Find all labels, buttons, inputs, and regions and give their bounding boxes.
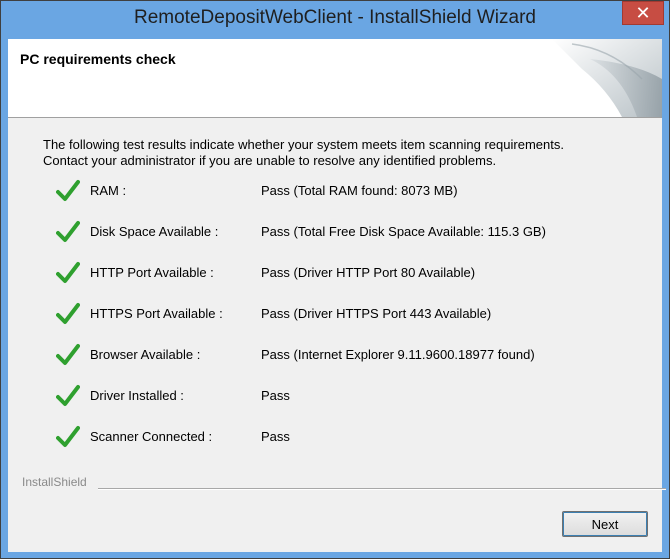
requirement-label: Scanner Connected : xyxy=(90,429,213,444)
check-icon xyxy=(56,262,80,283)
check-icon xyxy=(56,303,80,324)
requirement-row-disk: Disk Space Available : Pass (Total Free … xyxy=(46,218,646,259)
installer-window: RemoteDepositWebClient - InstallShield W… xyxy=(0,0,670,559)
requirement-label: Browser Available : xyxy=(90,347,201,362)
intro-line-1: The following test results indicate whet… xyxy=(43,137,564,152)
requirement-row-scanner: Scanner Connected : Pass xyxy=(46,423,646,464)
requirement-label: RAM : xyxy=(90,183,127,198)
check-icon xyxy=(56,180,80,201)
footer-divider xyxy=(98,488,666,490)
check-icon xyxy=(56,426,80,447)
requirement-row-ram: RAM : Pass (Total RAM found: 8073 MB) xyxy=(46,177,646,218)
requirement-result: Pass (Internet Explorer 9.11.9600.18977 … xyxy=(261,347,535,362)
requirement-label: HTTPS Port Available : xyxy=(90,306,223,321)
requirement-result: Pass (Driver HTTPS Port 443 Available) xyxy=(261,306,492,321)
requirement-row-http: HTTP Port Available : Pass (Driver HTTP … xyxy=(46,259,646,300)
check-icon xyxy=(56,344,80,365)
header-graphic xyxy=(552,39,662,117)
requirement-result: Pass xyxy=(261,429,290,444)
intro-text: The following test results indicate whet… xyxy=(43,137,643,169)
requirement-row-https: HTTPS Port Available : Pass (Driver HTTP… xyxy=(46,300,646,341)
check-icon xyxy=(56,221,80,242)
requirement-label: HTTP Port Available : xyxy=(90,265,214,280)
intro-line-2: Contact your administrator if you are un… xyxy=(43,153,497,168)
requirement-result: Pass xyxy=(261,388,290,403)
close-icon: ✕ xyxy=(635,3,651,23)
close-button[interactable]: ✕ xyxy=(622,1,664,25)
requirement-row-driver: Driver Installed : Pass xyxy=(46,382,646,423)
page-title: PC requirements check xyxy=(20,51,176,67)
requirements-list: RAM : Pass (Total RAM found: 8073 MB) Di… xyxy=(46,177,646,464)
requirement-result: Pass (Driver HTTP Port 80 Available) xyxy=(261,265,476,280)
requirement-label: Driver Installed : xyxy=(90,388,184,403)
requirement-result: Pass (Total Free Disk Space Available: 1… xyxy=(261,224,546,239)
requirement-label: Disk Space Available : xyxy=(90,224,219,239)
requirement-result: Pass (Total RAM found: 8073 MB) xyxy=(261,183,458,198)
installshield-brand: InstallShield xyxy=(22,475,87,489)
window-title: RemoteDepositWebClient - InstallShield W… xyxy=(134,7,536,28)
wizard-body: PC requirements check The following test… xyxy=(8,39,666,552)
check-icon xyxy=(56,385,80,406)
next-button[interactable]: Next xyxy=(562,511,648,537)
title-bar[interactable]: RemoteDepositWebClient - InstallShield W… xyxy=(1,1,669,37)
requirement-row-browser: Browser Available : Pass (Internet Explo… xyxy=(46,341,646,382)
wizard-header: PC requirements check xyxy=(8,39,662,118)
